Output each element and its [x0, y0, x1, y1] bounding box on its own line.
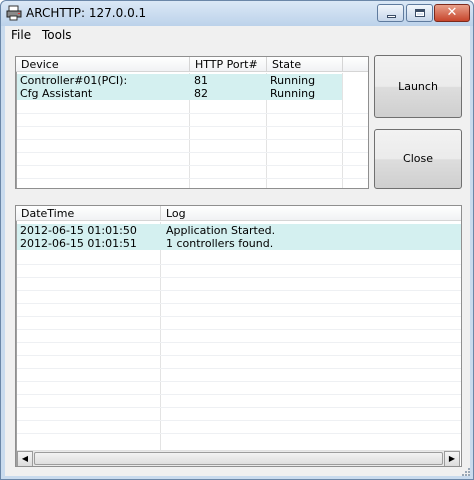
maximize-icon [415, 9, 425, 17]
launch-browser-button[interactable]: Launch Browser [374, 55, 462, 154]
arrow-right-icon: ▶ [448, 454, 456, 463]
close-button[interactable]: Close [374, 129, 462, 189]
device-list[interactable]: Device HTTP Port# State Controller#01(PC… [15, 56, 369, 189]
table-row[interactable]: Controller#01(PCI): 81 Running [17, 74, 342, 87]
row-divider [17, 316, 461, 317]
column-header-device[interactable]: Device [16, 57, 190, 72]
client-area: File Tools Device HTTP Port# State Contr… [5, 26, 470, 476]
row-divider [17, 407, 461, 408]
log-cell: Application Started. [166, 224, 276, 237]
menu-file[interactable]: File [11, 28, 31, 42]
row-divider [17, 381, 461, 382]
table-row[interactable]: Cfg Assistant 82 Running [17, 87, 342, 100]
horizontal-scrollbar[interactable]: ◀ ▶ [17, 450, 460, 466]
row-divider [17, 368, 461, 369]
menu-tools[interactable]: Tools [42, 28, 72, 42]
app-window: ARCHTTP: 127.0.0.1 ✕ File Tools Device H… [0, 0, 474, 480]
column-header-log[interactable]: Log [161, 206, 461, 221]
device-cell: Controller#01(PCI): [20, 74, 128, 87]
column-header-port[interactable]: HTTP Port# [190, 57, 267, 72]
title-bar[interactable]: ARCHTTP: 127.0.0.1 ✕ [1, 1, 473, 26]
table-row[interactable]: 2012-06-15 01:01:50 Application Started. [17, 224, 461, 237]
device-cell: Cfg Assistant [20, 87, 93, 100]
row-divider [17, 433, 461, 434]
row-divider [17, 329, 461, 330]
close-icon: ✕ [446, 5, 458, 20]
port-cell: 81 [194, 74, 208, 87]
minimize-icon [387, 15, 396, 18]
row-divider [17, 355, 461, 356]
menu-bar: File Tools [5, 26, 470, 44]
log-list[interactable]: DateTime Log 2012-06-15 01:01:50 Applica… [15, 205, 462, 467]
row-divider [17, 342, 461, 343]
port-cell: 82 [194, 87, 208, 100]
row-divider [17, 394, 461, 395]
row-divider [17, 178, 368, 179]
row-divider [17, 290, 461, 291]
window-title: ARCHTTP: 127.0.0.1 [26, 6, 147, 20]
column-header-state[interactable]: State [267, 57, 343, 72]
row-divider [17, 139, 368, 140]
state-cell: Running [270, 87, 316, 100]
window-close-button[interactable]: ✕ [434, 4, 470, 22]
printer-icon [6, 5, 22, 21]
row-divider [17, 303, 461, 304]
maximize-button[interactable] [406, 4, 433, 22]
minimize-button[interactable] [377, 4, 404, 22]
datetime-cell: 2012-06-15 01:01:51 [20, 237, 137, 250]
column-header-filler [343, 57, 368, 72]
state-cell: Running [270, 74, 316, 87]
column-divider [160, 222, 161, 450]
log-cell: 1 controllers found. [166, 237, 274, 250]
table-row[interactable]: 2012-06-15 01:01:51 1 controllers found. [17, 237, 461, 250]
row-divider [17, 113, 368, 114]
column-header-datetime[interactable]: DateTime [16, 206, 161, 221]
row-divider [17, 165, 368, 166]
scroll-left-button[interactable]: ◀ [17, 451, 33, 466]
scroll-right-button[interactable]: ▶ [444, 451, 460, 466]
datetime-cell: 2012-06-15 01:01:50 [20, 224, 137, 237]
arrow-left-icon: ◀ [21, 454, 29, 463]
row-divider [17, 420, 461, 421]
row-divider [17, 126, 368, 127]
row-divider [17, 152, 368, 153]
column-divider [342, 73, 343, 188]
row-divider [17, 264, 461, 265]
scrollbar-thumb[interactable] [34, 452, 443, 465]
resize-grip-icon[interactable] [461, 467, 471, 477]
row-divider [17, 277, 461, 278]
